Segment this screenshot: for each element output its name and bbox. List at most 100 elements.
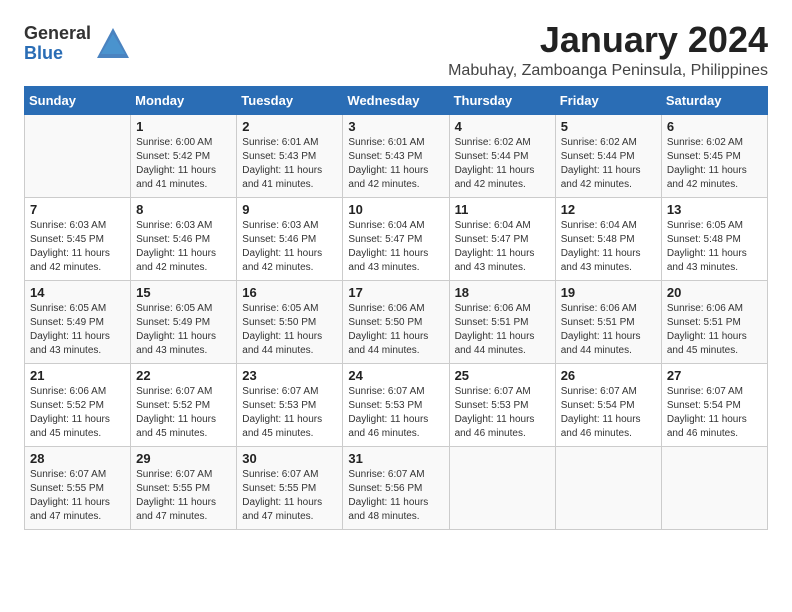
day-info: Sunrise: 6:06 AM Sunset: 5:52 PM Dayligh…: [30, 385, 125, 441]
day-info: Sunrise: 6:07 AM Sunset: 5:55 PM Dayligh…: [30, 468, 125, 524]
day-info: Sunrise: 6:07 AM Sunset: 5:53 PM Dayligh…: [242, 385, 337, 441]
calendar-cell: [555, 446, 661, 529]
day-info: Sunrise: 6:05 AM Sunset: 5:49 PM Dayligh…: [30, 302, 125, 358]
day-info: Sunrise: 6:07 AM Sunset: 5:55 PM Dayligh…: [242, 468, 337, 524]
day-number: 30: [242, 451, 337, 466]
calendar-cell: 21 Sunrise: 6:06 AM Sunset: 5:52 PM Dayli…: [25, 363, 131, 446]
logo-icon: [95, 26, 131, 62]
day-info: Sunrise: 6:02 AM Sunset: 5:45 PM Dayligh…: [667, 136, 762, 192]
day-number: 2: [242, 119, 337, 134]
calendar-cell: 11 Sunrise: 6:04 AM Sunset: 5:47 PM Dayli…: [449, 197, 555, 280]
day-number: 15: [136, 285, 231, 300]
day-info: Sunrise: 6:07 AM Sunset: 5:53 PM Dayligh…: [348, 385, 443, 441]
day-info: Sunrise: 6:07 AM Sunset: 5:55 PM Dayligh…: [136, 468, 231, 524]
day-info: Sunrise: 6:05 AM Sunset: 5:49 PM Dayligh…: [136, 302, 231, 358]
day-number: 5: [561, 119, 656, 134]
calendar-cell: 22Sunrise: 6:07 AM Sunset: 5:52 PM Dayli…: [131, 363, 237, 446]
day-info: Sunrise: 6:03 AM Sunset: 5:46 PM Dayligh…: [242, 219, 337, 275]
calendar-cell: 13 Sunrise: 6:05 AM Sunset: 5:48 PM Dayli…: [661, 197, 767, 280]
calendar-week-row: 1 Sunrise: 6:00 AM Sunset: 5:42 PM Daylig…: [25, 114, 768, 197]
day-info: Sunrise: 6:04 AM Sunset: 5:47 PM Dayligh…: [455, 219, 550, 275]
calendar-table: SundayMondayTuesdayWednesdayThursdayFrid…: [24, 86, 768, 530]
day-number: 19: [561, 285, 656, 300]
logo-general: General: [24, 24, 91, 44]
calendar-cell: 5Sunrise: 6:02 AM Sunset: 5:44 PM Daylig…: [555, 114, 661, 197]
calendar-cell: 9Sunrise: 6:03 AM Sunset: 5:46 PM Daylig…: [237, 197, 343, 280]
calendar-cell: 16 Sunrise: 6:05 AM Sunset: 5:50 PM Dayli…: [237, 280, 343, 363]
calendar-cell: 26 Sunrise: 6:07 AM Sunset: 5:54 PM Dayli…: [555, 363, 661, 446]
calendar-cell: 12 Sunrise: 6:04 AM Sunset: 5:48 PM Dayli…: [555, 197, 661, 280]
calendar-cell: 4Sunrise: 6:02 AM Sunset: 5:44 PM Daylig…: [449, 114, 555, 197]
calendar-cell: 20 Sunrise: 6:06 AM Sunset: 5:51 PM Dayli…: [661, 280, 767, 363]
calendar-week-row: 28 Sunrise: 6:07 AM Sunset: 5:55 PM Dayli…: [25, 446, 768, 529]
calendar-cell: 17Sunrise: 6:06 AM Sunset: 5:50 PM Dayli…: [343, 280, 449, 363]
logo: General Blue: [24, 24, 131, 64]
header-wednesday: Wednesday: [343, 86, 449, 114]
day-info: Sunrise: 6:07 AM Sunset: 5:52 PM Dayligh…: [136, 385, 231, 441]
day-number: 23: [242, 368, 337, 383]
header-friday: Friday: [555, 86, 661, 114]
calendar-cell: 31Sunrise: 6:07 AM Sunset: 5:56 PM Dayli…: [343, 446, 449, 529]
day-number: 26: [561, 368, 656, 383]
calendar-cell: [661, 446, 767, 529]
day-info: Sunrise: 6:06 AM Sunset: 5:51 PM Dayligh…: [455, 302, 550, 358]
month-title: January 2024: [448, 20, 768, 60]
calendar-week-row: 14 Sunrise: 6:05 AM Sunset: 5:49 PM Dayli…: [25, 280, 768, 363]
calendar-cell: 14 Sunrise: 6:05 AM Sunset: 5:49 PM Dayli…: [25, 280, 131, 363]
day-info: Sunrise: 6:05 AM Sunset: 5:48 PM Dayligh…: [667, 219, 762, 275]
day-info: Sunrise: 6:03 AM Sunset: 5:45 PM Dayligh…: [30, 219, 125, 275]
day-number: 20: [667, 285, 762, 300]
calendar-cell: [449, 446, 555, 529]
day-number: 25: [455, 368, 550, 383]
day-number: 6: [667, 119, 762, 134]
day-info: Sunrise: 6:07 AM Sunset: 5:54 PM Dayligh…: [561, 385, 656, 441]
calendar-cell: 19 Sunrise: 6:06 AM Sunset: 5:51 PM Dayli…: [555, 280, 661, 363]
day-info: Sunrise: 6:04 AM Sunset: 5:48 PM Dayligh…: [561, 219, 656, 275]
header-sunday: Sunday: [25, 86, 131, 114]
calendar-cell: 25 Sunrise: 6:07 AM Sunset: 5:53 PM Dayli…: [449, 363, 555, 446]
day-number: 28: [30, 451, 125, 466]
day-info: Sunrise: 6:01 AM Sunset: 5:43 PM Dayligh…: [348, 136, 443, 192]
day-info: Sunrise: 6:07 AM Sunset: 5:53 PM Dayligh…: [455, 385, 550, 441]
day-number: 14: [30, 285, 125, 300]
day-number: 31: [348, 451, 443, 466]
header-thursday: Thursday: [449, 86, 555, 114]
day-number: 13: [667, 202, 762, 217]
day-number: 29: [136, 451, 231, 466]
day-number: 11: [455, 202, 550, 217]
calendar-cell: 8 Sunrise: 6:03 AM Sunset: 5:46 PM Daylig…: [131, 197, 237, 280]
title-section: January 2024 Mabuhay, Zamboanga Peninsul…: [448, 20, 768, 80]
day-number: 17: [348, 285, 443, 300]
calendar-cell: 29 Sunrise: 6:07 AM Sunset: 5:55 PM Dayli…: [131, 446, 237, 529]
day-info: Sunrise: 6:03 AM Sunset: 5:46 PM Dayligh…: [136, 219, 231, 275]
day-info: Sunrise: 6:07 AM Sunset: 5:54 PM Dayligh…: [667, 385, 762, 441]
header-tuesday: Tuesday: [237, 86, 343, 114]
day-number: 4: [455, 119, 550, 134]
calendar-cell: 18 Sunrise: 6:06 AM Sunset: 5:51 PM Dayli…: [449, 280, 555, 363]
calendar-cell: 2 Sunrise: 6:01 AM Sunset: 5:43 PM Daylig…: [237, 114, 343, 197]
calendar-cell: [25, 114, 131, 197]
day-number: 24: [348, 368, 443, 383]
day-number: 8: [136, 202, 231, 217]
calendar-cell: 15 Sunrise: 6:05 AM Sunset: 5:49 PM Dayli…: [131, 280, 237, 363]
calendar-cell: 28 Sunrise: 6:07 AM Sunset: 5:55 PM Dayli…: [25, 446, 131, 529]
day-info: Sunrise: 6:05 AM Sunset: 5:50 PM Dayligh…: [242, 302, 337, 358]
day-number: 3: [348, 119, 443, 134]
day-info: Sunrise: 6:06 AM Sunset: 5:51 PM Dayligh…: [667, 302, 762, 358]
calendar-cell: 6 Sunrise: 6:02 AM Sunset: 5:45 PM Daylig…: [661, 114, 767, 197]
calendar-cell: 24 Sunrise: 6:07 AM Sunset: 5:53 PM Dayli…: [343, 363, 449, 446]
day-info: Sunrise: 6:06 AM Sunset: 5:51 PM Dayligh…: [561, 302, 656, 358]
logo-blue: Blue: [24, 44, 91, 64]
day-info: Sunrise: 6:01 AM Sunset: 5:43 PM Dayligh…: [242, 136, 337, 192]
day-number: 1: [136, 119, 231, 134]
day-number: 12: [561, 202, 656, 217]
day-info: Sunrise: 6:00 AM Sunset: 5:42 PM Dayligh…: [136, 136, 231, 192]
day-number: 21: [30, 368, 125, 383]
day-number: 10: [348, 202, 443, 217]
day-number: 16: [242, 285, 337, 300]
day-number: 18: [455, 285, 550, 300]
day-number: 7: [30, 202, 125, 217]
calendar-week-row: 7 Sunrise: 6:03 AM Sunset: 5:45 PM Daylig…: [25, 197, 768, 280]
calendar-week-row: 21 Sunrise: 6:06 AM Sunset: 5:52 PM Dayli…: [25, 363, 768, 446]
calendar-cell: 3 Sunrise: 6:01 AM Sunset: 5:43 PM Daylig…: [343, 114, 449, 197]
